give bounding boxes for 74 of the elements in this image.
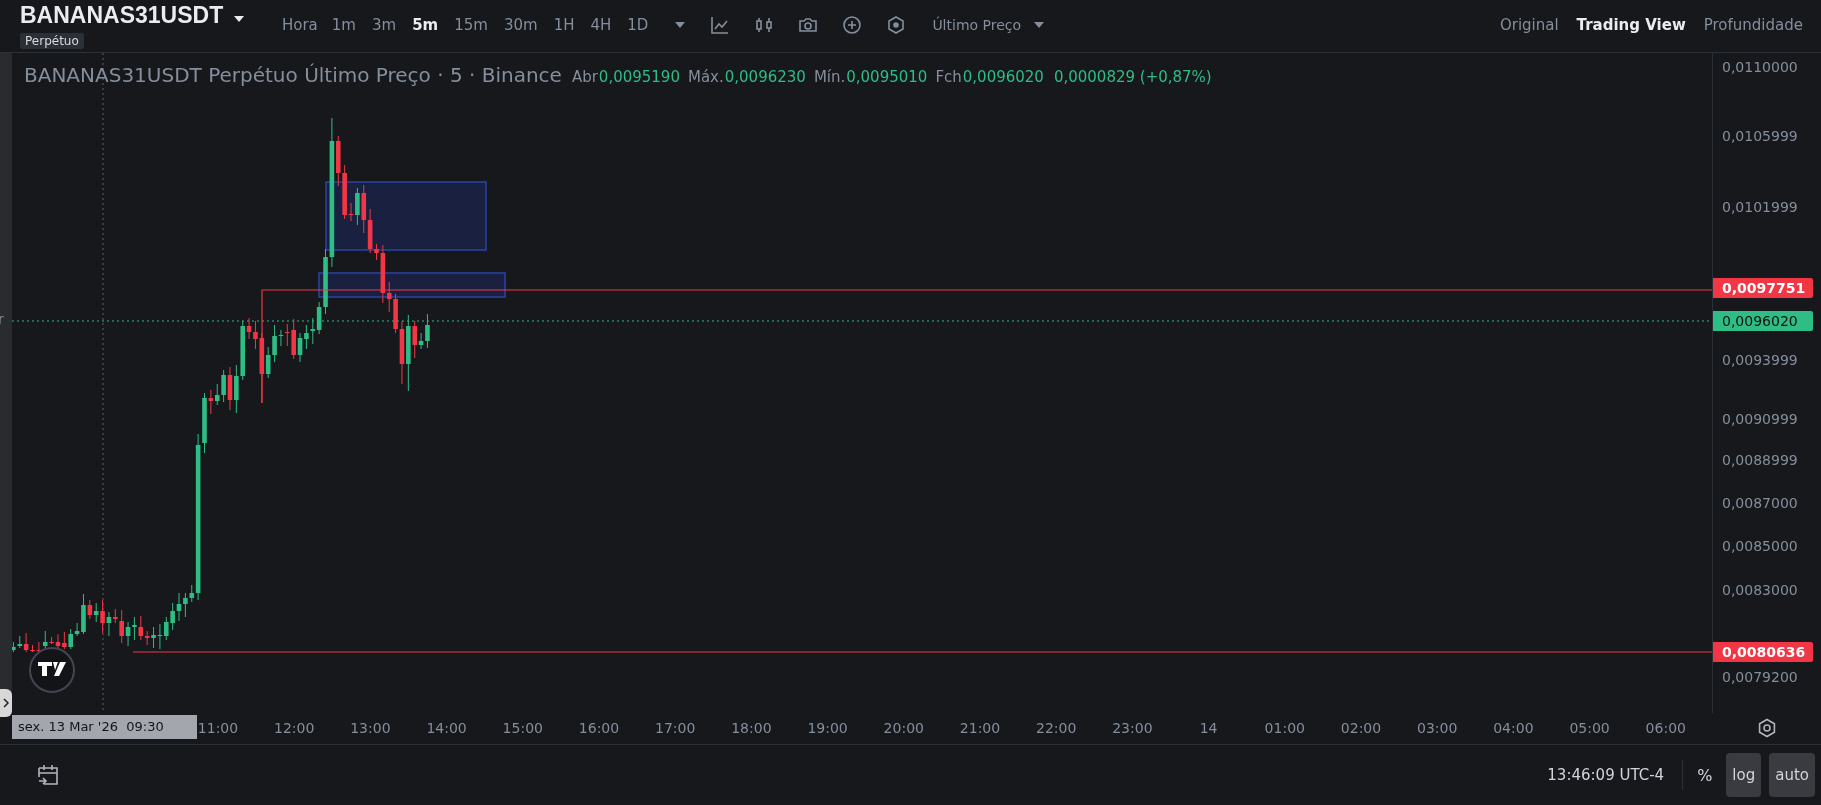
stat-label: Abr: [571, 68, 598, 86]
logo-icon: [29, 647, 75, 693]
price-tick: 0,0088999: [1722, 452, 1798, 468]
stat-value: 0,0095010: [846, 68, 928, 86]
indicator-icon[interactable]: [710, 15, 731, 35]
time-tick: 14:00: [426, 720, 467, 736]
stat-value: 0,0095190: [598, 68, 680, 86]
time-tick: 04:00: [1493, 720, 1534, 736]
settings-icon[interactable]: [1757, 718, 1777, 738]
price-marker: 0,0096020: [1713, 311, 1813, 331]
time-tick: 14: [1199, 720, 1218, 736]
time-tick: 20:00: [883, 720, 924, 736]
price-tick: 0,0079200: [1722, 669, 1798, 685]
stat-label: Máx.: [687, 68, 724, 86]
interval-tab[interactable]: 1D: [625, 16, 651, 34]
crosshair-time-label: sex. 13 Mar '26 09:30: [12, 715, 197, 739]
time-tick: 15:00: [502, 720, 543, 736]
add-icon[interactable]: [842, 15, 863, 35]
cut-text: r: [0, 311, 4, 327]
time-tick: 18:00: [731, 720, 772, 736]
candles-icon[interactable]: [754, 15, 775, 35]
scale-button[interactable]: log: [1726, 753, 1762, 797]
interval-tab[interactable]: 3m: [370, 16, 399, 34]
time-tick: 05:00: [1569, 720, 1610, 736]
interval-tab[interactable]: 30m: [501, 16, 540, 34]
time-tick: 11:00: [197, 720, 239, 736]
interval-tab[interactable]: 15m: [452, 16, 490, 34]
calendar-icon[interactable]: [36, 763, 60, 787]
time-tick: 12:00: [274, 720, 315, 736]
scale-button[interactable]: auto: [1769, 753, 1815, 797]
price-tick: 0,0110000: [1722, 59, 1798, 75]
clock-text: 13:46:09 UTC-4: [1547, 766, 1665, 784]
contract-badge: Perpétuo: [20, 33, 84, 49]
caret-icon[interactable]: [233, 14, 246, 23]
interval-tab[interactable]: 1m: [329, 16, 358, 34]
time-tick: 01:00: [1264, 720, 1305, 736]
camera-icon[interactable]: [798, 15, 819, 35]
stat-value: 0,0096020: [962, 68, 1044, 86]
price-tick: 0,0085000: [1722, 538, 1798, 554]
symbol-title[interactable]: BANANAS31USDT: [20, 2, 224, 29]
price-tick: 0,0087000: [1722, 495, 1798, 511]
view-tab[interactable]: Original: [1493, 16, 1565, 34]
time-tick: 03:00: [1417, 720, 1458, 736]
price-tick: 0,0093999: [1722, 352, 1798, 368]
price-tick: 0,0101999: [1722, 199, 1798, 215]
time-tick: 19:00: [807, 720, 848, 736]
interval-label: Hora: [282, 16, 318, 34]
time-tick: 02:00: [1340, 720, 1382, 736]
chart-title: BANANAS31USDT Perpétuo Último Preço · 5 · Binance: [24, 63, 562, 87]
time-tick: 17:00: [655, 720, 696, 736]
stat-label: Fch: [935, 68, 962, 86]
stat-label: Mín.: [813, 68, 846, 86]
time-tick: 06:00: [1645, 720, 1686, 736]
time-tick: 21:00: [959, 720, 1001, 736]
change-value: 0,0000829 (+0,87%): [1053, 68, 1212, 86]
percent-button[interactable]: %: [1691, 761, 1719, 789]
price-tick: 0,0090999: [1722, 411, 1798, 427]
price-tick: 0,0105999: [1722, 128, 1798, 144]
collapse-handle[interactable]: [0, 689, 12, 717]
time-tick: 13:00: [350, 720, 391, 736]
interval-tab[interactable]: 4H: [588, 16, 614, 34]
price-type-dropdown[interactable]: Último Preço: [932, 17, 1022, 33]
interval-tab[interactable]: 1H: [551, 16, 577, 34]
hexagon-icon[interactable]: [886, 15, 907, 35]
time-tick: 23:00: [1112, 720, 1153, 736]
price-tick: 0,0083000: [1722, 582, 1798, 598]
time-tick: 22:00: [1036, 720, 1077, 736]
view-tab[interactable]: Trading View: [1570, 16, 1692, 34]
stat-value: 0,0096230: [724, 68, 806, 86]
price-marker: 0,0097751: [1713, 278, 1813, 298]
price-marker: 0,0080636: [1713, 642, 1813, 662]
view-tab[interactable]: Profundidade: [1697, 16, 1809, 34]
time-tick: 16:00: [578, 720, 620, 736]
interval-tab[interactable]: 5m: [410, 16, 441, 34]
